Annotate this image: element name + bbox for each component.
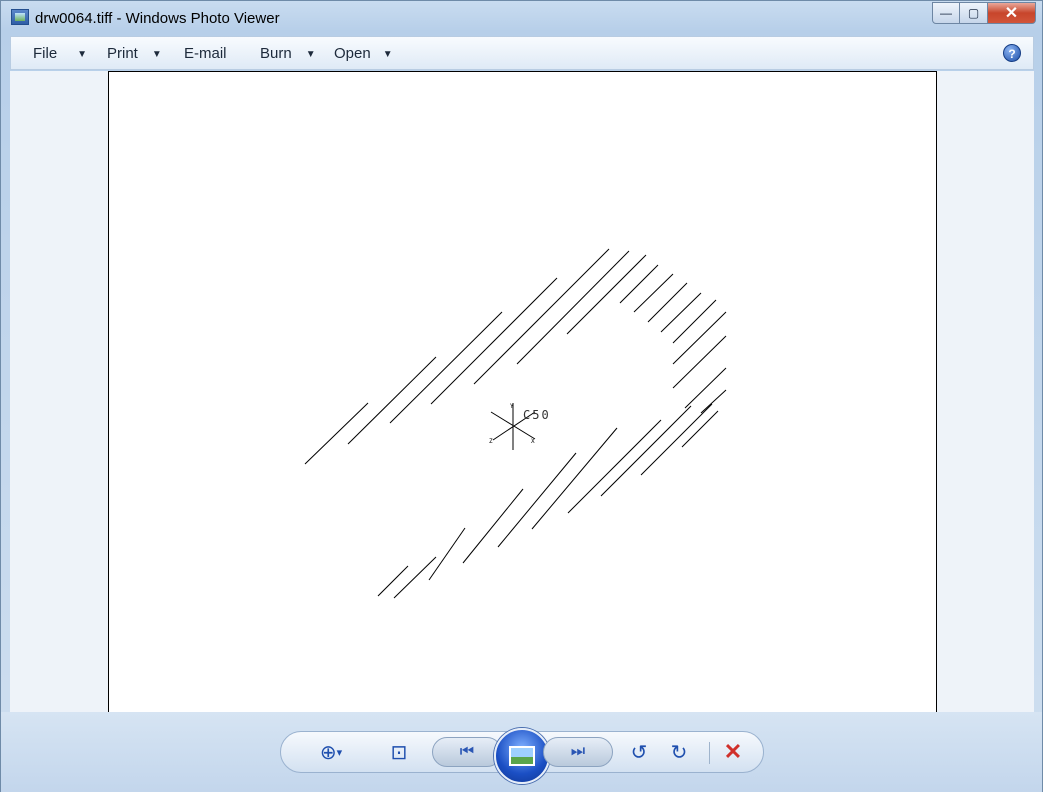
previous-icon: ⏮ — [459, 743, 475, 760]
hatch-line — [660, 292, 702, 333]
slideshow-icon — [509, 746, 535, 766]
hatch-line — [393, 556, 437, 599]
triad-z-label: Z — [489, 438, 493, 445]
hatch-line — [347, 356, 437, 445]
minimize-button[interactable]: — — [932, 2, 960, 24]
zoom-icon: ⊕ — [319, 741, 337, 764]
hatch-line — [389, 311, 503, 424]
menu-burn-label: Burn — [260, 45, 292, 62]
rotate-clockwise-button[interactable]: ↻ — [665, 740, 693, 764]
hatch-line — [672, 335, 727, 389]
hatch-line — [430, 277, 558, 405]
previous-button[interactable]: ⏮ — [432, 737, 502, 767]
rotate-clockwise-icon: ↻ — [670, 741, 688, 764]
photo-viewer-window: drw0064.tiff - Windows Photo Viewer — ▢ … — [0, 0, 1043, 792]
menu-open[interactable]: Open ▼ — [334, 45, 393, 62]
triad-y-label: Y — [510, 403, 514, 410]
window-controls: — ▢ ✕ — [932, 2, 1036, 24]
hatch-line — [462, 488, 524, 564]
hatch-line — [647, 282, 688, 323]
chevron-down-icon: ▼ — [382, 49, 393, 60]
menu-file[interactable]: File ▼ — [33, 45, 87, 62]
zoom-caret: ▾ — [336, 746, 343, 759]
delete-icon: ✕ — [723, 739, 743, 764]
hatch-line — [640, 403, 713, 476]
rotate-counterclockwise-icon: ↺ — [630, 741, 648, 764]
actual-size-button[interactable]: ⊡ — [385, 740, 413, 764]
photo-viewer-app-icon — [11, 9, 29, 25]
menu-email-label: E-mail — [184, 45, 227, 62]
hatch-line — [567, 419, 662, 514]
hatch-line — [619, 264, 659, 304]
chevron-down-icon: ▼ — [77, 49, 88, 60]
image-viewport[interactable]: Y Z X C50 — [10, 71, 1034, 712]
hatch-line — [473, 248, 610, 385]
hatch-line — [377, 565, 409, 597]
help-icon[interactable]: ? — [1003, 44, 1021, 62]
hatch-line — [700, 389, 727, 414]
hatch-line — [531, 427, 618, 530]
menu-print-label: Print — [107, 45, 138, 62]
close-button[interactable]: ✕ — [988, 2, 1036, 24]
hatch-line — [516, 250, 630, 365]
chevron-down-icon: ▼ — [151, 49, 162, 60]
technical-drawing: Y Z X C50 — [304, 248, 727, 599]
hatch-line — [497, 452, 577, 548]
hatch-line — [672, 311, 727, 365]
window-title: drw0064.tiff - Windows Photo Viewer — [35, 10, 280, 27]
menu-file-label: File — [33, 45, 58, 62]
next-icon: ⏭ — [570, 743, 586, 760]
drawing-label: C50 — [523, 408, 551, 422]
playback-controls: ⊕ ▾ ⊡ ⏮ ⏭ ↺ ↻ ✕ — [280, 728, 764, 784]
menu-email[interactable]: E-mail — [184, 45, 227, 62]
rotate-counterclockwise-button[interactable]: ↺ — [625, 740, 653, 764]
zoom-button[interactable]: ⊕ ▾ — [311, 740, 351, 764]
menu-bar: File ▼ Print ▼ E-mail Burn ▼ Open ▼ ? — [10, 36, 1034, 70]
maximize-button[interactable]: ▢ — [960, 2, 988, 24]
hatch-line — [672, 299, 717, 344]
hatch-line — [633, 273, 674, 313]
separator — [709, 742, 710, 764]
chevron-down-icon: ▼ — [305, 49, 316, 60]
hatch-line — [600, 405, 692, 497]
hatch-line — [566, 254, 647, 335]
menu-open-label: Open — [334, 45, 371, 62]
next-button[interactable]: ⏭ — [543, 737, 613, 767]
displayed-image: Y Z X C50 — [108, 71, 937, 712]
slideshow-button[interactable] — [494, 728, 550, 784]
hatch-line — [684, 367, 727, 409]
menu-print[interactable]: Print ▼ — [107, 45, 162, 62]
triad-x-label: X — [531, 438, 535, 445]
title-bar[interactable]: drw0064.tiff - Windows Photo Viewer — ▢ … — [1, 1, 1042, 35]
bottom-control-bar: ⊕ ▾ ⊡ ⏮ ⏭ ↺ ↻ ✕ — [1, 712, 1042, 792]
hatch-line — [428, 527, 466, 581]
delete-button[interactable]: ✕ — [719, 739, 747, 764]
actual-size-icon: ⊡ — [390, 741, 408, 764]
menu-burn[interactable]: Burn ▼ — [260, 45, 316, 62]
